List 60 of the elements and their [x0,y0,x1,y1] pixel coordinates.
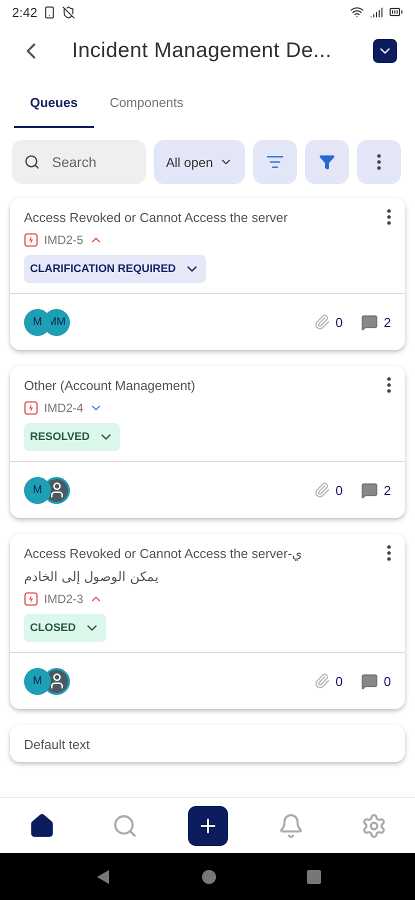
attachment-icon [314,314,330,330]
add-button[interactable] [188,806,228,846]
settings-icon [360,812,386,838]
search-icon [112,812,138,838]
issue-title: Other (Account Management) [24,377,196,393]
status-dropdown[interactable]: CLOSED [24,614,106,642]
attachment-count: 0 [336,482,343,498]
more-icon[interactable] [387,208,391,224]
tab[interactable]: Components [94,78,200,128]
more-icon[interactable] [387,376,391,392]
more-icon [376,154,381,170]
search-field[interactable]: Search [12,140,146,184]
issue-subtitle: يمكن الوصول إلى الخادم [24,569,159,584]
status-time: 2:42 [12,4,38,20]
more-icon[interactable] [387,544,391,560]
filter-dropdown[interactable]: All open [154,140,245,184]
avatar: M [24,668,51,694]
issue-key: IMD2-3 [44,592,84,606]
page-title: Incident Management De... [72,39,333,63]
issue-key: IMD2-5 [44,233,84,247]
battery-icon [389,5,403,19]
issue-type-icon [24,233,38,247]
issue-title: Default text [24,736,91,752]
issue-card[interactable]: Other (Account Management) IMD2-4 RESOLVED M 0 2 [10,366,405,518]
recents-nav-icon[interactable] [306,870,320,884]
avatar: M [24,308,51,336]
home-icon [28,812,54,838]
home-nav-icon[interactable] [200,868,216,884]
comment-icon [360,672,378,690]
back-nav-icon[interactable] [94,868,110,884]
project-dropdown-button[interactable] [373,39,397,63]
issue-title: Access Revoked or Cannot Access the server [24,209,289,225]
status-dropdown[interactable]: CLARIFICATION REQUIRED [24,255,206,283]
signal-icon [370,6,383,18]
wifi-icon [350,5,364,19]
filter-icon [318,154,335,170]
attachment-icon [314,482,330,498]
issue-key: IMD2-4 [44,401,84,415]
search-icon [24,154,40,170]
attachment-icon [314,673,330,689]
attachment-count: 0 [336,674,343,688]
issue-type-icon [24,401,38,415]
bell-icon [278,812,304,838]
comment-count: 0 [384,674,391,688]
issue-title: Access Revoked or Cannot Access the server-ي [24,545,304,561]
comment-icon [360,482,378,498]
issue-type-icon [24,592,38,606]
phone-icon [43,6,56,18]
avatar: M [24,476,51,504]
comment-icon [360,314,378,330]
tab[interactable]: Queues [14,78,94,128]
issue-card[interactable]: Default text [10,725,405,762]
comment-count: 2 [384,482,391,498]
comment-count: 2 [384,314,391,330]
status-dropdown[interactable]: RESOLVED [24,423,120,451]
sort-button[interactable] [252,140,297,184]
attachment-count: 0 [336,314,343,330]
sort-icon [266,153,284,171]
filter-button[interactable] [304,140,349,184]
shield-icon [62,6,76,18]
